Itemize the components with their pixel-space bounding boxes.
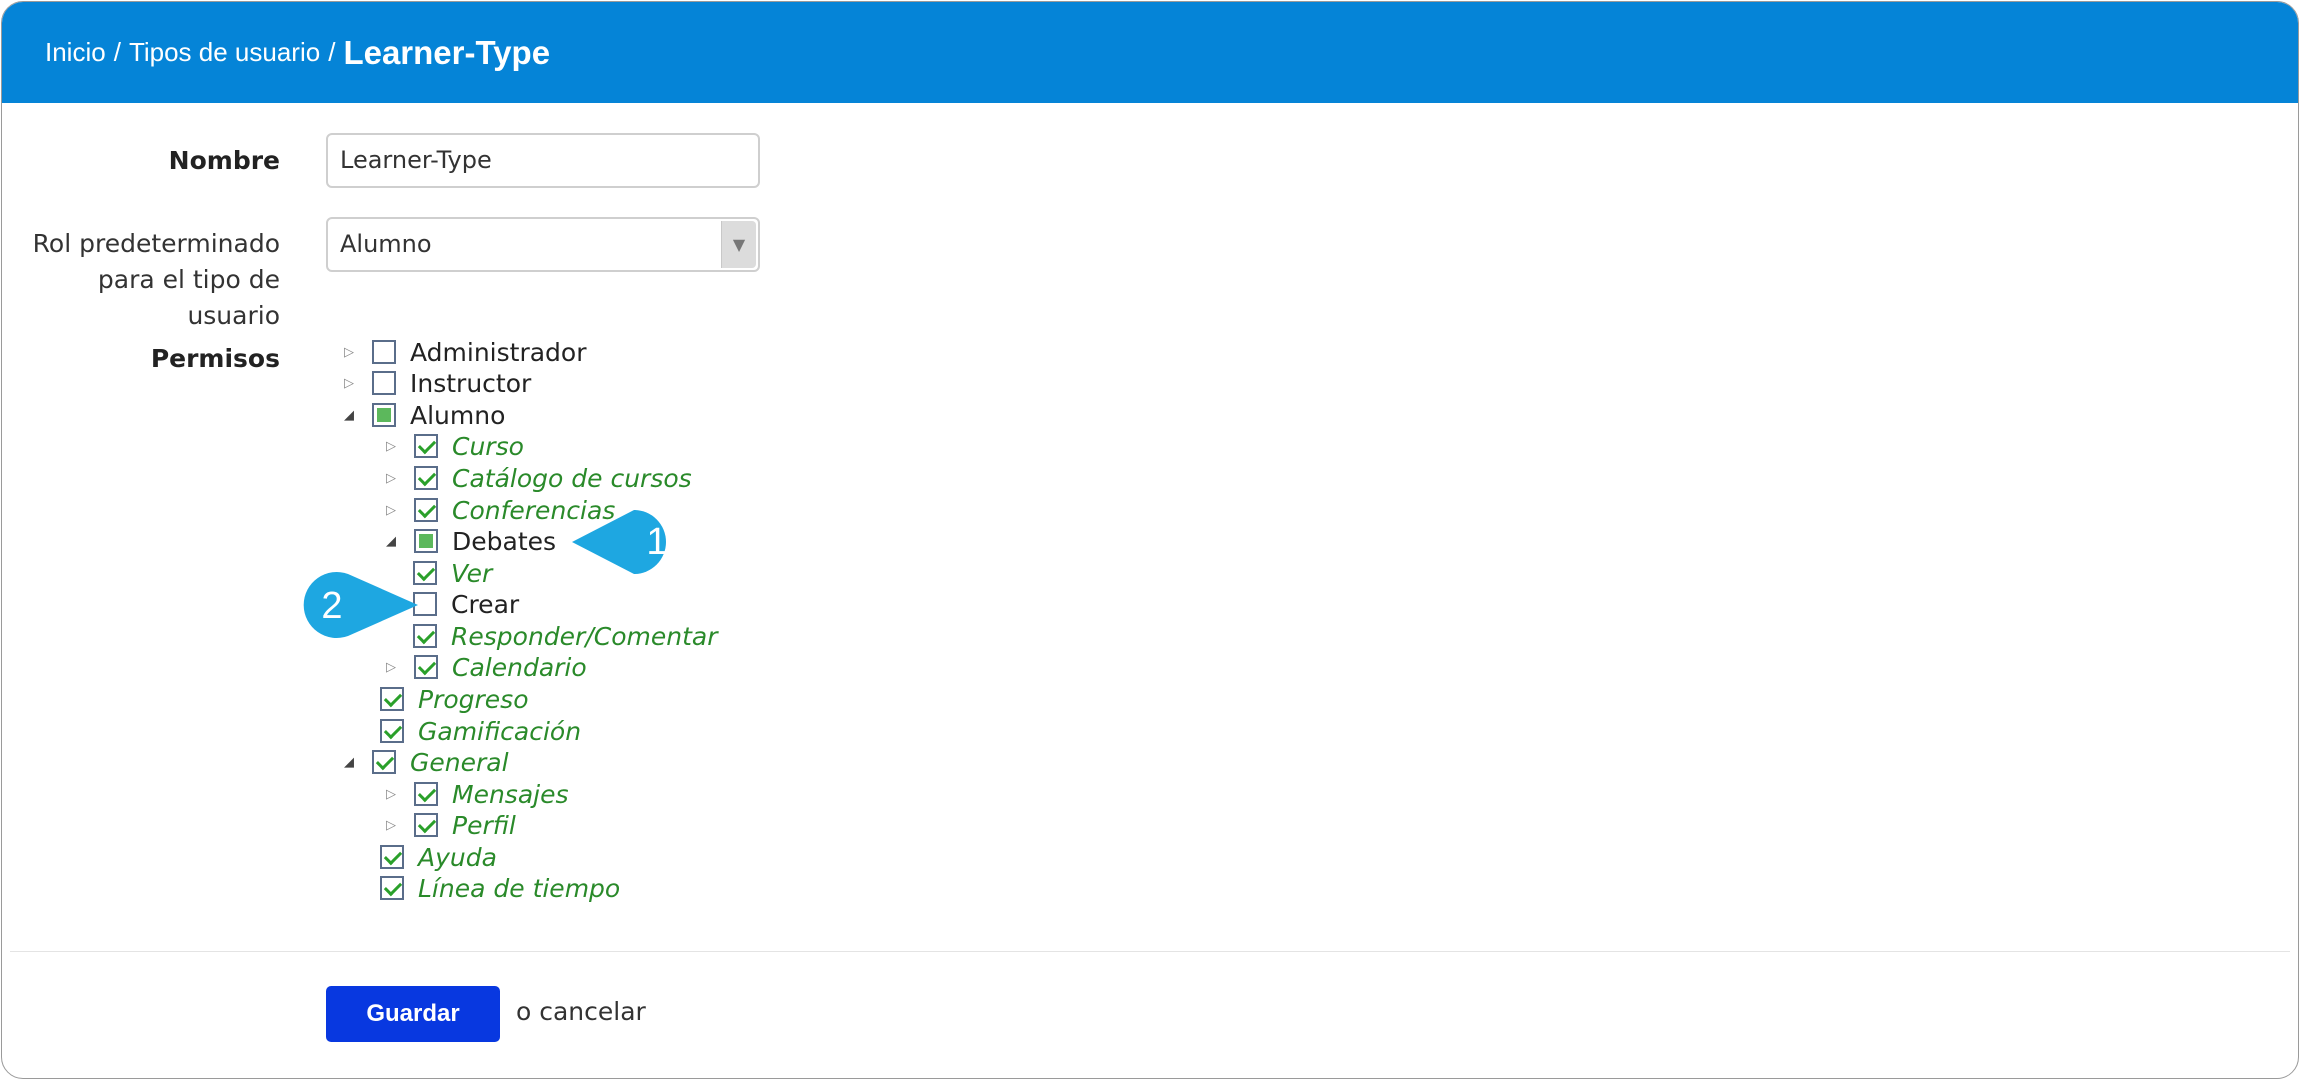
- collapse-arrow-icon[interactable]: ◢: [340, 406, 358, 424]
- permission-label: Catálogo de cursos: [452, 463, 692, 493]
- permission-checkbox[interactable]: [414, 434, 438, 458]
- permission-label: Ver: [451, 558, 493, 588]
- breadcrumb-separator: /: [328, 37, 336, 67]
- breadcrumb-home[interactable]: Inicio: [45, 37, 106, 68]
- window-frame: Inicio / Tipos de usuario / Learner-Type…: [1, 1, 2299, 1079]
- tree-item[interactable]: Línea de tiempo: [380, 872, 620, 904]
- expand-arrow-icon[interactable]: ▷: [382, 785, 400, 803]
- permission-checkbox[interactable]: [380, 876, 404, 900]
- permission-label: Responder/Comentar: [451, 621, 718, 651]
- permission-label: Perfil: [452, 810, 516, 840]
- tree-item[interactable]: Progreso: [380, 683, 529, 715]
- callout-one-number: 1: [646, 521, 667, 563]
- role-select[interactable]: Alumno ▼: [326, 217, 760, 272]
- tree-item[interactable]: Crear: [413, 588, 519, 620]
- tree-item[interactable]: ▷ Catálogo de cursos: [382, 462, 692, 494]
- expand-arrow-icon[interactable]: ▷: [382, 658, 400, 676]
- permission-checkbox[interactable]: [414, 529, 438, 553]
- permission-checkbox[interactable]: [414, 498, 438, 522]
- tree-item[interactable]: ▷ Mensajes: [382, 778, 569, 810]
- cancel-link[interactable]: o cancelar: [516, 997, 646, 1026]
- tree-item[interactable]: ▷ Perfil: [382, 809, 516, 841]
- breadcrumb: Inicio / Tipos de usuario / Learner-Type: [2, 2, 2298, 103]
- tree-item[interactable]: Ver: [413, 557, 492, 589]
- chevron-down-icon[interactable]: ▼: [721, 221, 756, 268]
- permission-label: Gamificación: [418, 716, 582, 746]
- permissions-label: Permisos: [150, 344, 280, 373]
- page-title: Learner-Type: [343, 33, 551, 71]
- collapse-arrow-icon[interactable]: ◢: [340, 753, 358, 771]
- permission-label: Línea de tiempo: [418, 873, 621, 903]
- expand-arrow-icon[interactable]: ▷: [382, 816, 400, 834]
- permission-checkbox[interactable]: [414, 466, 438, 490]
- name-input[interactable]: Learner-Type: [326, 133, 760, 188]
- permission-checkbox[interactable]: [372, 340, 396, 364]
- tree-item[interactable]: ◢ Debates: [382, 525, 556, 557]
- permission-checkbox[interactable]: [380, 687, 404, 711]
- role-label-line1: Rol predeterminado: [32, 229, 280, 258]
- expand-arrow-icon[interactable]: ▷: [382, 437, 400, 455]
- permission-checkbox[interactable]: [372, 403, 396, 427]
- name-label: Nombre: [168, 146, 280, 175]
- permission-label: Mensajes: [452, 779, 569, 809]
- permission-checkbox[interactable]: [380, 719, 404, 743]
- permission-label: Administrador: [410, 337, 587, 367]
- callout-two: 2: [303, 572, 418, 638]
- permission-label: Curso: [452, 431, 524, 461]
- collapse-arrow-icon[interactable]: ◢: [382, 532, 400, 550]
- tree-item[interactable]: ▷ Instructor: [340, 367, 531, 399]
- permission-label: Alumno: [410, 400, 506, 430]
- permission-label: Ayuda: [418, 842, 497, 872]
- permission-checkbox[interactable]: [414, 655, 438, 679]
- role-label-line2: para el tipo de usuario: [97, 265, 280, 330]
- tree-item[interactable]: Gamificación: [380, 715, 581, 747]
- footer-divider: [10, 951, 2290, 952]
- breadcrumb-user-types[interactable]: Tipos de usuario: [129, 37, 320, 68]
- role-select-value: Alumno: [340, 230, 432, 258]
- permission-checkbox[interactable]: [372, 750, 396, 774]
- expand-arrow-icon[interactable]: ▷: [340, 374, 358, 392]
- callout-two-number: 2: [321, 585, 342, 627]
- permission-label: Calendario: [452, 652, 587, 682]
- permission-checkbox[interactable]: [372, 371, 396, 395]
- tree-item[interactable]: ◢ Alumno: [340, 399, 505, 431]
- permission-checkbox[interactable]: [380, 845, 404, 869]
- breadcrumb-separator: /: [113, 37, 121, 67]
- save-button[interactable]: Guardar: [326, 986, 500, 1042]
- tree-item[interactable]: ▷ Curso: [382, 430, 524, 462]
- callout-one: 1: [572, 510, 668, 574]
- expand-arrow-icon[interactable]: ▷: [382, 469, 400, 487]
- tree-item[interactable]: ▷ Administrador: [340, 336, 587, 368]
- permission-label: Progreso: [418, 684, 529, 714]
- tree-item[interactable]: Responder/Comentar: [413, 620, 717, 652]
- permission-label: Crear: [451, 589, 520, 619]
- tree-item[interactable]: Ayuda: [380, 841, 497, 873]
- permission-checkbox[interactable]: [414, 782, 438, 806]
- permission-checkbox[interactable]: [414, 813, 438, 837]
- tree-item[interactable]: ▷ Calendario: [382, 651, 587, 683]
- permission-label: Debates: [452, 526, 557, 556]
- expand-arrow-icon[interactable]: ▷: [340, 343, 358, 361]
- permission-label: Instructor: [410, 368, 532, 398]
- expand-arrow-icon[interactable]: ▷: [382, 501, 400, 519]
- tree-item[interactable]: ◢ General: [340, 746, 509, 778]
- permission-label: General: [410, 747, 509, 777]
